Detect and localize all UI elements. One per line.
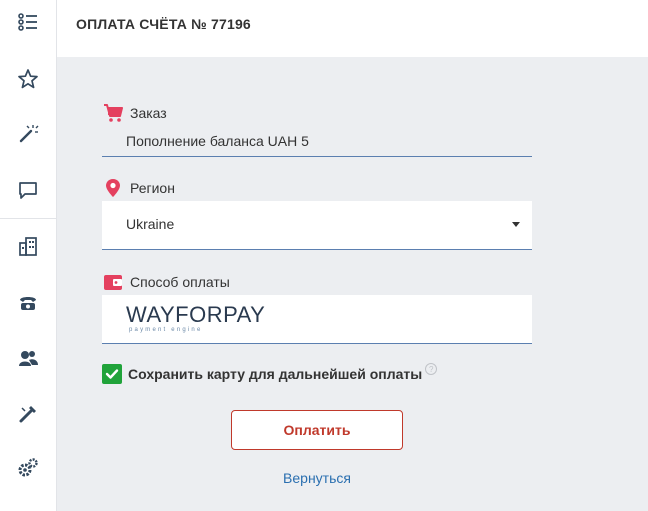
gears-icon [18,458,38,477]
order-label-row: Заказ [102,102,167,124]
sidebar-item-building[interactable] [0,226,56,266]
sidebar-divider [0,218,56,219]
sidebar-item-list[interactable] [0,2,56,42]
star-icon [18,69,38,89]
tools-icon [19,406,36,423]
sidebar-item-settings[interactable] [0,448,56,488]
back-link[interactable]: Вернуться [231,470,403,486]
sidebar-item-chat[interactable] [0,170,56,210]
order-label: Заказ [130,105,167,121]
wayforpay-tagline: payment engine [129,327,203,333]
region-label: Регион [130,180,175,196]
help-icon[interactable]: ? [425,363,438,375]
save-card-row: Сохранить карту для дальнейшей оплаты ? [102,363,438,384]
payment-label-row: Способ оплаты [102,271,230,293]
sidebar [0,0,57,511]
magic-wand-icon [19,125,39,143]
region-label-row: Регион [102,177,175,199]
shopping-cart-icon [102,102,124,124]
region-select-value: Ukraine [126,216,175,232]
check-icon [105,369,119,379]
chevron-down-icon [512,222,520,227]
sidebar-item-tools[interactable] [0,394,56,434]
save-card-checkbox[interactable] [102,364,122,384]
wallet-icon [102,271,124,293]
page-header: ОПЛАТА СЧЁТА № 77196 [57,0,648,57]
page-title: ОПЛАТА СЧЁТА № 77196 [76,16,251,32]
wayforpay-logo: WAYFORPAY payment engine [126,302,266,334]
sidebar-item-users[interactable] [0,338,56,378]
payment-label: Способ оплаты [130,274,230,290]
payment-method-select[interactable]: WAYFORPAY payment engine [102,295,532,344]
sidebar-item-phone[interactable] [0,282,56,322]
phone-icon [20,297,36,310]
location-pin-icon [102,177,124,199]
users-icon [19,351,38,366]
sidebar-item-favorites[interactable] [0,59,56,99]
building-icon [19,237,37,256]
list-icon [18,13,37,31]
save-card-label: Сохранить карту для дальнейшей оплаты [128,366,423,382]
wayforpay-brand: WAYFORPAY [126,302,266,327]
region-select[interactable]: Ukraine [102,201,532,250]
chat-icon [19,182,37,199]
order-field: Пополнение баланса UAH 5 [102,131,532,157]
pay-button[interactable]: Оплатить [231,410,403,450]
sidebar-item-magic[interactable] [0,114,56,154]
order-value: Пополнение баланса UAH 5 [126,133,309,149]
